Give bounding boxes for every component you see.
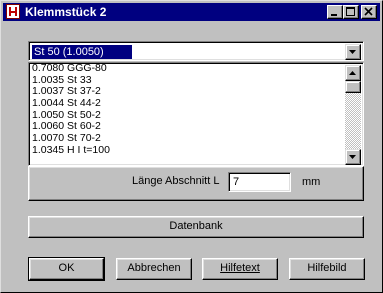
length-input[interactable]: 7 <box>228 172 291 192</box>
cancel-button[interactable]: Abbrechen <box>116 258 192 280</box>
length-label: Länge Abschnitt L <box>132 175 220 187</box>
ok-button-label: OK <box>58 262 75 274</box>
app-icon[interactable] <box>6 4 20 19</box>
database-button[interactable]: Datenbank <box>28 216 364 238</box>
dialog-window: Klemmstück 2 St 50 (1.0050) 0.7080 GGG-8… <box>0 0 383 293</box>
list-item[interactable]: 0.7080 GGG-80 <box>32 62 110 75</box>
minimize-button[interactable] <box>327 5 343 19</box>
material-list[interactable]: 0.7080 GGG-80 1.0035 St 33 1.0037 St 37-… <box>28 62 364 166</box>
cancel-button-label: Abbrechen <box>127 262 181 274</box>
length-unit: mm <box>302 176 321 188</box>
maximize-button[interactable] <box>343 5 359 19</box>
helpimage-button-label: Hilfebild <box>307 262 347 274</box>
scroll-down-button[interactable] <box>345 149 361 165</box>
title-bar[interactable]: Klemmstück 2 <box>3 3 380 21</box>
ok-button[interactable]: OK <box>28 257 105 281</box>
list-scrollbar[interactable] <box>345 65 361 165</box>
combo-dropdown-button[interactable] <box>345 44 361 60</box>
database-button-label: Datenbank <box>169 220 223 232</box>
list-item[interactable]: 1.0044 St 44-2 <box>32 97 110 110</box>
helptext-button[interactable]: Hilfetext <box>202 258 278 280</box>
arrow-up-icon <box>349 71 356 75</box>
minimize-icon <box>331 14 337 16</box>
list-item[interactable]: 1.0345 H I t=100 <box>32 144 110 157</box>
material-combo[interactable]: St 50 (1.0050) <box>28 41 364 61</box>
scroll-thumb[interactable] <box>345 81 361 93</box>
window-title: Klemmstück 2 <box>25 5 107 19</box>
maximize-icon <box>346 7 355 16</box>
combo-selected-value: St 50 (1.0050) <box>32 45 132 59</box>
close-icon <box>364 7 373 16</box>
arrow-down-icon <box>349 155 356 159</box>
length-value: 7 <box>233 176 240 188</box>
helptext-button-label: Hilfetext <box>220 262 260 274</box>
close-button[interactable] <box>361 5 377 19</box>
helpimage-button[interactable]: Hilfebild <box>289 258 365 280</box>
chevron-down-icon <box>349 50 356 54</box>
scroll-up-button[interactable] <box>345 65 361 81</box>
